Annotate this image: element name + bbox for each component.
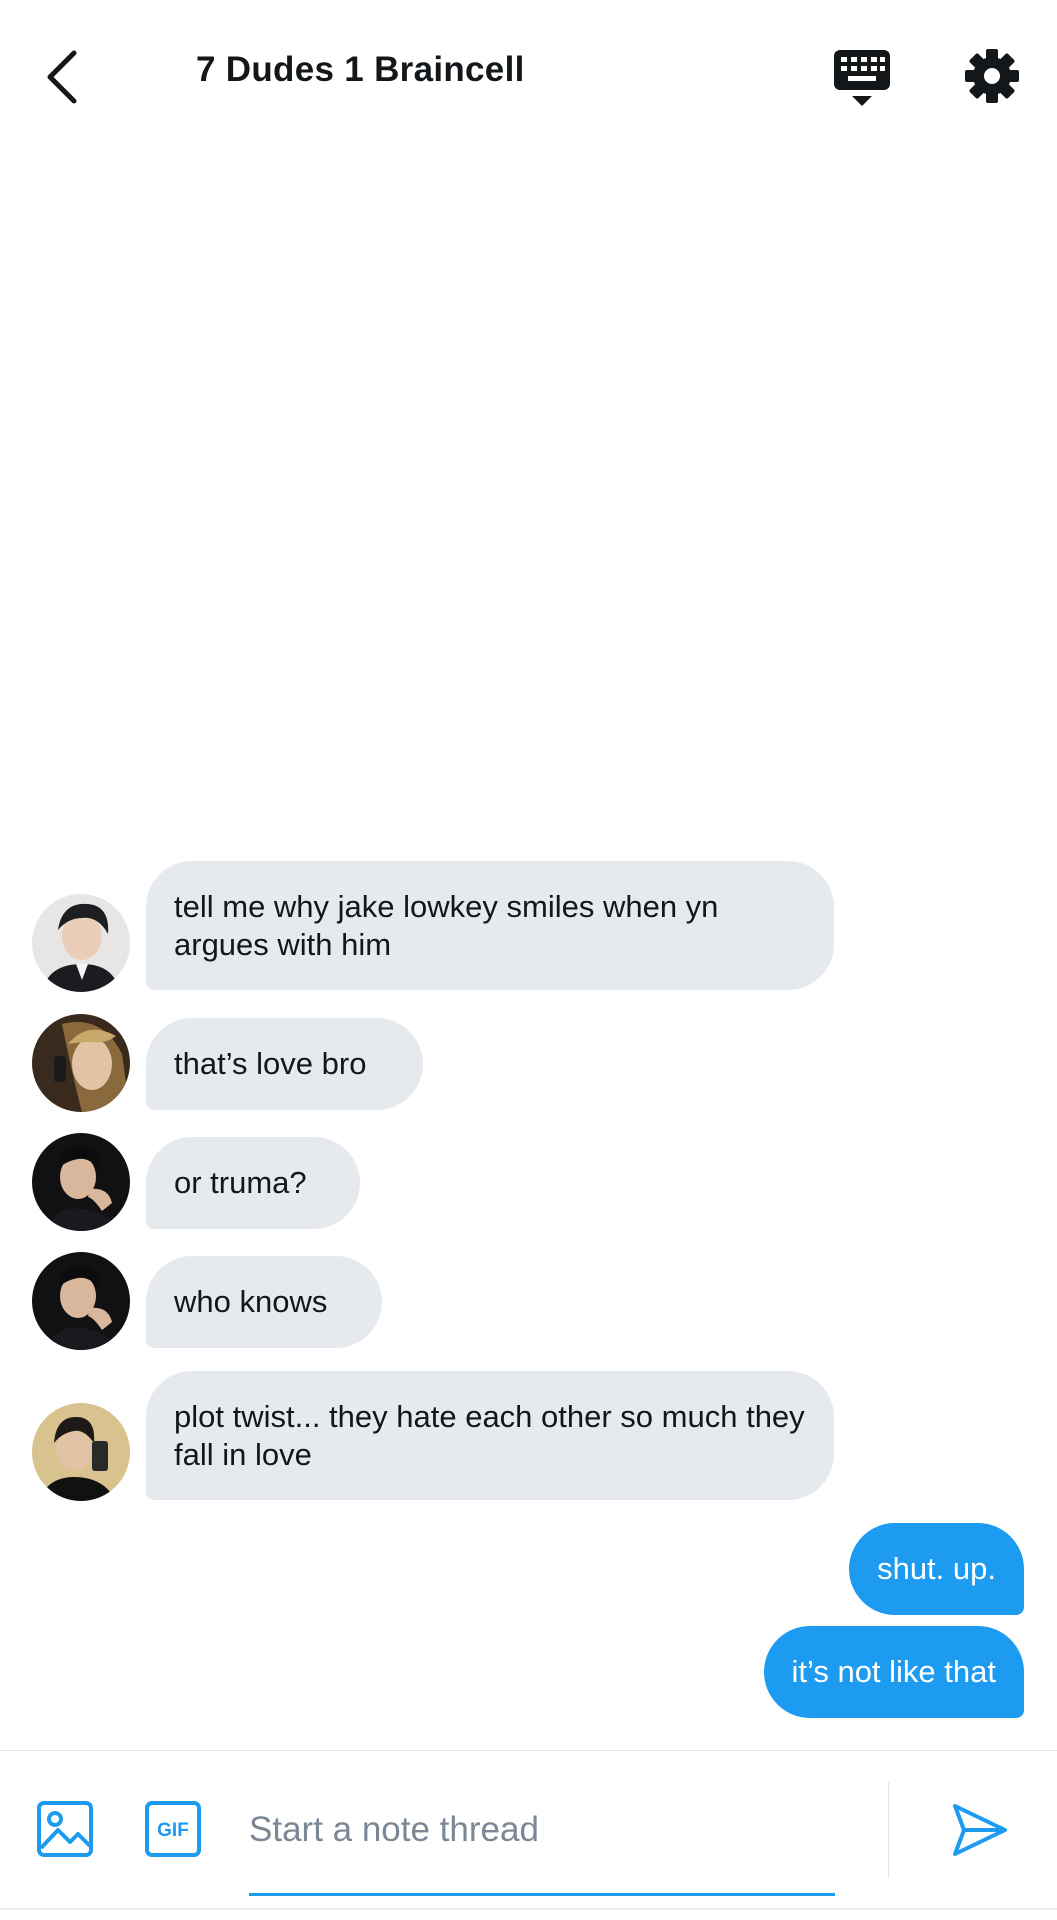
avatar[interactable] bbox=[32, 1133, 130, 1231]
settings-button[interactable] bbox=[964, 48, 1020, 104]
send-icon bbox=[953, 1804, 1007, 1856]
avatar[interactable] bbox=[32, 894, 130, 992]
message-text: shut. up. bbox=[877, 1551, 996, 1586]
chat-header: 7 Dudes 1 Braincell bbox=[0, 0, 1057, 150]
message-bubble[interactable]: that’s love bro bbox=[146, 1018, 423, 1110]
add-gif-button[interactable]: GIF bbox=[144, 1800, 202, 1858]
message-row-outgoing: it’s not like that bbox=[0, 1626, 1057, 1718]
back-button[interactable] bbox=[36, 44, 86, 110]
message-text: it’s not like that bbox=[791, 1654, 996, 1689]
message-bubble[interactable]: or truma? bbox=[146, 1137, 360, 1229]
note-thread-input[interactable] bbox=[249, 1790, 835, 1870]
message-text: who knows bbox=[174, 1284, 328, 1319]
message-row: who knows bbox=[0, 1252, 1057, 1350]
note-input-wrapper bbox=[249, 1790, 835, 1896]
chat-title: 7 Dudes 1 Braincell bbox=[196, 50, 525, 89]
bottom-divider bbox=[0, 1908, 1057, 1910]
message-bubble[interactable]: plot twist... they hate each other so mu… bbox=[146, 1371, 834, 1500]
message-row-outgoing: shut. up. bbox=[0, 1523, 1057, 1615]
keyboard-dismiss-icon bbox=[834, 50, 890, 106]
gif-icon: GIF bbox=[145, 1801, 201, 1857]
message-row: or truma? bbox=[0, 1133, 1057, 1231]
message-row: that’s love bro bbox=[0, 1014, 1057, 1112]
message-text: tell me why jake lowkey smiles when yn a… bbox=[174, 888, 719, 962]
gif-label: GIF bbox=[157, 1820, 189, 1841]
message-row: tell me why jake lowkey smiles when yn a… bbox=[0, 861, 1057, 992]
send-button[interactable] bbox=[950, 1800, 1010, 1860]
message-bubble[interactable]: who knows bbox=[146, 1256, 382, 1348]
message-row: plot twist... they hate each other so mu… bbox=[0, 1371, 1057, 1501]
chevron-left-icon bbox=[47, 50, 77, 104]
message-text: or truma? bbox=[174, 1165, 307, 1200]
keyboard-toggle-button[interactable] bbox=[832, 48, 892, 110]
gear-icon bbox=[965, 49, 1019, 103]
avatar[interactable] bbox=[32, 1403, 130, 1501]
avatar[interactable] bbox=[32, 1252, 130, 1350]
avatar[interactable] bbox=[32, 1014, 130, 1112]
add-image-button[interactable] bbox=[36, 1800, 94, 1858]
message-bubble-outgoing[interactable]: shut. up. bbox=[849, 1523, 1024, 1615]
image-icon bbox=[37, 1801, 93, 1857]
message-bubble-outgoing[interactable]: it’s not like that bbox=[763, 1626, 1024, 1718]
message-text: plot twist... they hate each other so mu… bbox=[174, 1398, 805, 1472]
message-bubble[interactable]: tell me why jake lowkey smiles when yn a… bbox=[146, 861, 834, 990]
message-text: that’s love bro bbox=[174, 1046, 367, 1081]
composer-divider bbox=[888, 1782, 889, 1878]
